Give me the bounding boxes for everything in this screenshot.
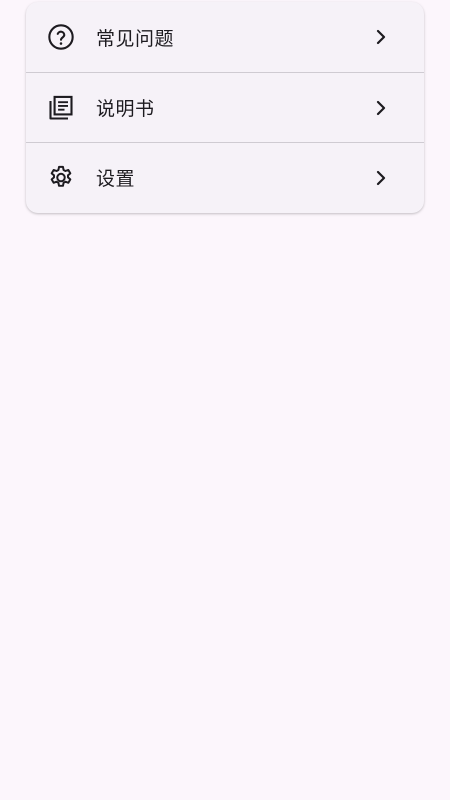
chevron-right-icon [372,28,390,46]
document-list-icon [46,93,76,123]
gear-icon [46,163,76,193]
help-circle-icon [46,22,76,52]
menu-item-label: 设置 [96,168,136,190]
menu-item-label: 说明书 [96,98,155,120]
menu-item-label: 常见问题 [96,27,175,50]
menu-item-manual[interactable]: 说明书 [26,72,424,142]
chevron-right-icon [372,99,390,117]
chevron-right-icon [372,169,390,187]
menu-item-faq[interactable]: 常见问题 [26,2,424,72]
menu-item-settings[interactable]: 设置 [26,142,424,212]
menu-card: 常见问题 说明书 设置 [26,2,424,213]
